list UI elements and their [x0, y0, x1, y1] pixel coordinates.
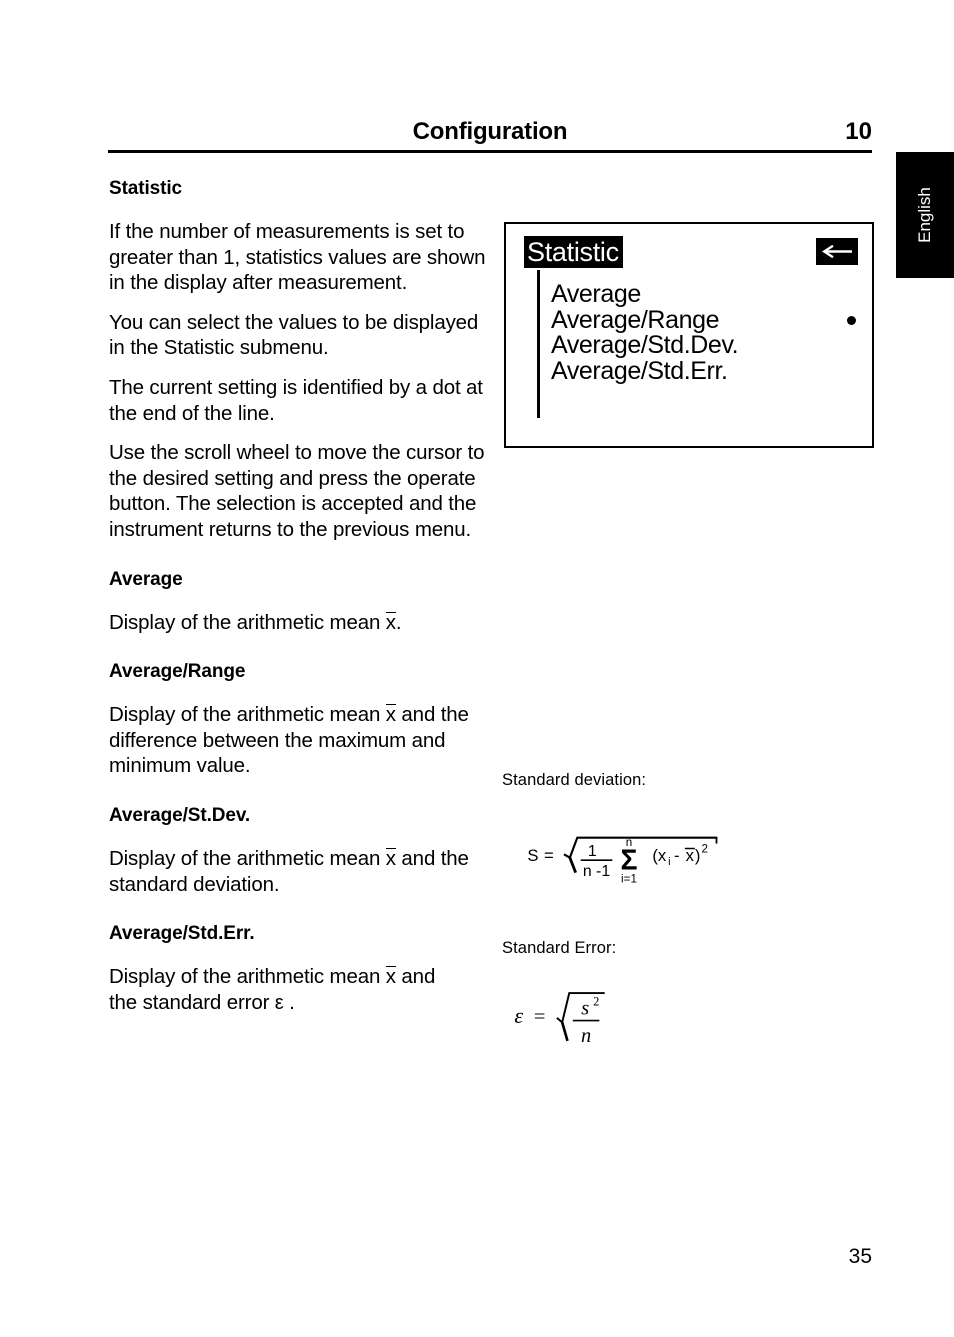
summand-open: (x: [652, 846, 667, 865]
average-text-before: Display of the arithmetic mean: [109, 610, 386, 634]
summand-minus: -: [674, 846, 680, 865]
menu-item-average[interactable]: Average: [551, 280, 851, 308]
page-header: Configuration 10: [108, 118, 872, 152]
numerator-base: s: [581, 997, 589, 1019]
standard-error-caption: Standard Error:: [502, 939, 617, 957]
display-title: Statistic: [524, 236, 623, 268]
standard-deviation-formula: S = 1 n -1 n Σ i=1 (x i - x ) 2: [527, 836, 718, 886]
heading-average-range: Average/Range: [109, 661, 246, 683]
epsilon-symbol: ε: [274, 991, 284, 1014]
menu-item-label: Average/Std.Err.: [551, 356, 728, 385]
formula-lhs-s: S: [527, 846, 538, 865]
menu-item-average-std-err[interactable]: Average/Std.Err.: [551, 356, 851, 385]
summand-index: i: [668, 856, 670, 868]
page-title: Configuration: [412, 118, 568, 145]
language-tab-label: English: [915, 187, 934, 243]
paragraph-intro: If the number of measurements is set to …: [109, 220, 486, 295]
paragraph-scroll-wheel: Use the scroll wheel to move the cursor …: [109, 441, 485, 541]
fraction-denominator: n -1: [583, 863, 610, 880]
page-number: 35: [848, 1245, 872, 1268]
average-text-after: .: [395, 610, 402, 634]
formula-lhs-epsilon: ε: [514, 1003, 523, 1028]
paragraph-average-stderr: Display of the arithmetic mean x and the …: [109, 964, 487, 1016]
formula-equals: =: [544, 846, 554, 865]
menu-item-label: Average/Std.Dev.: [551, 331, 739, 359]
mean-symbol: x: [385, 846, 396, 870]
device-display-panel: Statistic Average Average/Range Average/…: [504, 222, 874, 448]
body-text-column: Statistic If the number of measurements …: [109, 178, 487, 1030]
mean-symbol: x: [385, 965, 396, 989]
heading-statistic: Statistic: [109, 178, 183, 199]
stderr-line2-before: the standard error: [109, 990, 275, 1014]
formula-equals: =: [534, 1006, 545, 1028]
display-menu-list: Average Average/Range Average/Std.Dev. A…: [551, 280, 856, 385]
fraction-numerator: 1: [588, 843, 597, 860]
menu-item-label: Average: [551, 280, 641, 308]
average-range-text-before: Display of the arithmetic mean: [109, 703, 386, 727]
sum-lower-limit: i=1: [621, 873, 637, 886]
paragraph-select-values: You can select the values to be displaye…: [109, 310, 479, 360]
heading-average-stderr: Average/Std.Err.: [109, 923, 255, 945]
heading-average: Average: [109, 568, 183, 590]
average-stderr-text-after: and: [395, 965, 436, 989]
paragraph-average-stdev: Display of the arithmetic mean x and the…: [109, 846, 487, 897]
denominator: n: [581, 1025, 591, 1047]
language-tab: English: [896, 152, 954, 278]
chapter-number: 10: [845, 118, 872, 145]
paragraph-current-setting: The current setting is identified by a d…: [109, 375, 483, 425]
summation-sigma-icon: Σ: [621, 844, 638, 876]
mean-symbol: x: [385, 703, 396, 727]
heading-average-stdev: Average/St.Dev.: [109, 804, 251, 826]
standard-deviation-caption: Standard deviation:: [502, 771, 647, 789]
summand-close: ): [695, 846, 701, 865]
paragraph-average: Display of the arithmetic mean x.: [109, 610, 487, 636]
average-stderr-text-before: Display of the arithmetic mean: [109, 965, 386, 989]
back-button[interactable]: [816, 238, 858, 265]
menu-item-average-std-dev[interactable]: Average/Std.Dev.: [551, 331, 851, 359]
average-stdev-text-before: Display of the arithmetic mean: [109, 846, 386, 870]
summand-power: 2: [702, 843, 708, 856]
standard-error-formula: ε = s 2 n: [514, 992, 605, 1047]
menu-rail: [537, 270, 540, 418]
menu-item-label: Average/Range: [551, 305, 720, 334]
stderr-line2-after: .: [283, 990, 295, 1014]
menu-item-average-range[interactable]: Average/Range: [551, 305, 856, 334]
arrow-left-icon: [822, 245, 852, 258]
header-divider: [108, 150, 872, 153]
mean-symbol: x: [385, 610, 396, 634]
paragraph-average-range: Display of the arithmetic mean x and the…: [109, 702, 487, 779]
numerator-power: 2: [593, 994, 599, 1008]
selected-setting-dot: [847, 315, 856, 325]
